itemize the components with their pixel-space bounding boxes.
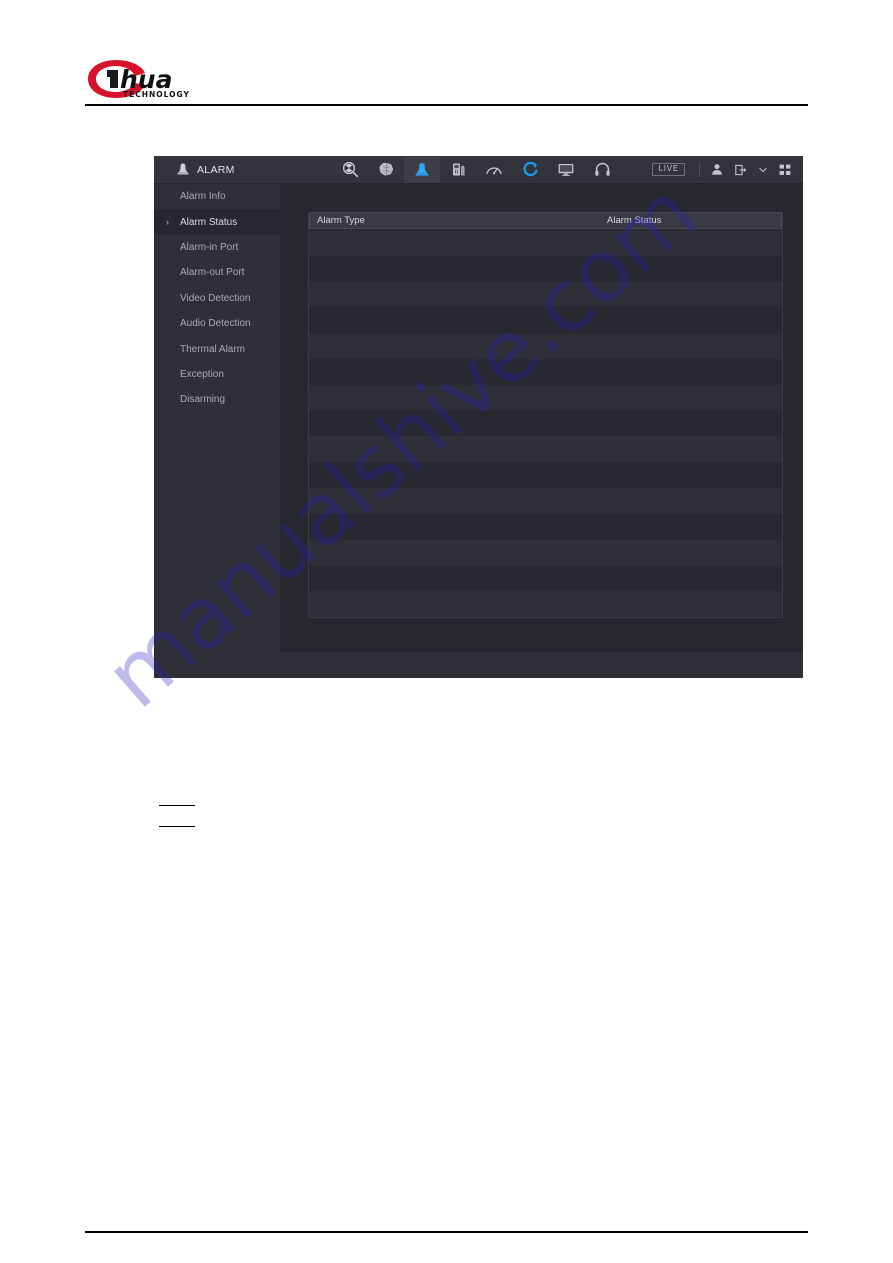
top-bar-right-controls: LIVE [652,156,803,183]
qr-grid-icon[interactable] [779,164,791,176]
storage-icon[interactable] [440,156,476,183]
sidebar-item-video-detection[interactable]: Video Detection [154,286,280,311]
table-row[interactable] [309,436,782,463]
table-row[interactable] [309,513,782,540]
footer-rule [85,1231,808,1233]
table-row[interactable] [309,281,782,308]
sidebar-item-label: Disarming [180,394,226,406]
sidebar-item-label: Audio Detection [180,318,251,330]
network-gauge-icon[interactable] [476,156,512,183]
device-ui-window: ALARM LIVE Alarm Info › Alarm Status Ala… [154,156,803,678]
table-row[interactable] [309,255,782,282]
sidebar-item-label: Alarm Status [180,216,238,228]
sidebar: Alarm Info › Alarm Status Alarm-in Port … [154,184,280,678]
top-bar: ALARM LIVE [154,156,803,184]
ai-search-icon[interactable] [332,156,368,183]
alarm-bell-icon[interactable] [404,156,440,183]
sidebar-item-alarm-in-port[interactable]: Alarm-in Port [154,235,280,260]
sidebar-item-alarm-out-port[interactable]: Alarm-out Port [154,260,280,285]
table-row[interactable] [309,565,782,592]
blank-text-rule-1 [159,805,195,806]
ai-brain-icon[interactable] [368,156,404,183]
sidebar-item-label: Exception [180,368,224,380]
table-row[interactable] [309,307,782,334]
main-content: Alarm Type Alarm Status [280,184,803,678]
table-row[interactable] [309,539,782,566]
table-row[interactable] [309,410,782,437]
table-row[interactable] [309,384,782,411]
chevron-down-icon[interactable] [759,167,767,173]
nav-icon-bar [332,156,620,183]
table-row[interactable] [309,230,782,256]
logout-icon[interactable] [735,164,747,176]
table-body [309,230,782,617]
sidebar-item-alarm-status[interactable]: › Alarm Status [154,209,280,235]
svg-text:TECHNOLOGY: TECHNOLOGY [123,90,190,99]
table-row[interactable] [309,358,782,385]
column-header-alarm-type: Alarm Type [317,215,365,226]
blank-text-rule-2 [159,826,195,827]
maintenance-refresh-icon[interactable] [512,156,548,183]
table-row[interactable] [309,462,782,488]
live-button[interactable]: LIVE [652,163,685,176]
window-title-group: ALARM [154,156,280,183]
window-title: ALARM [197,163,235,176]
ui-body: Alarm Info › Alarm Status Alarm-in Port … [154,184,803,678]
sidebar-item-thermal-alarm[interactable]: Thermal Alarm [154,336,280,361]
sidebar-item-disarming[interactable]: Disarming [154,387,280,412]
sidebar-item-alarm-info[interactable]: Alarm Info [154,184,280,209]
display-monitor-icon[interactable] [548,156,584,183]
user-account-icon[interactable] [711,163,723,176]
sidebar-item-label: Alarm-in Port [180,241,239,253]
alarm-status-table: Alarm Type Alarm Status [308,212,783,618]
ui-footer-bar [280,651,803,678]
column-header-alarm-status: Alarm Status [607,215,662,226]
alarm-bell-icon [176,162,190,177]
sidebar-item-exception[interactable]: Exception [154,362,280,387]
header-rule [85,104,808,106]
sidebar-item-label: Thermal Alarm [180,343,246,355]
sidebar-item-label: Alarm-out Port [180,267,245,279]
sidebar-item-label: Video Detection [180,292,251,304]
table-row[interactable] [309,333,782,359]
table-row[interactable] [309,487,782,514]
audio-headset-icon[interactable] [584,156,620,183]
table-row[interactable] [309,591,782,617]
sidebar-item-audio-detection[interactable]: Audio Detection [154,311,280,336]
table-header-row: Alarm Type Alarm Status [309,212,782,229]
chevron-right-icon: › [166,216,169,227]
sidebar-item-label: Alarm Info [180,191,226,203]
dahua-logo: hua TECHNOLOGY [85,57,215,99]
divider [699,162,700,177]
